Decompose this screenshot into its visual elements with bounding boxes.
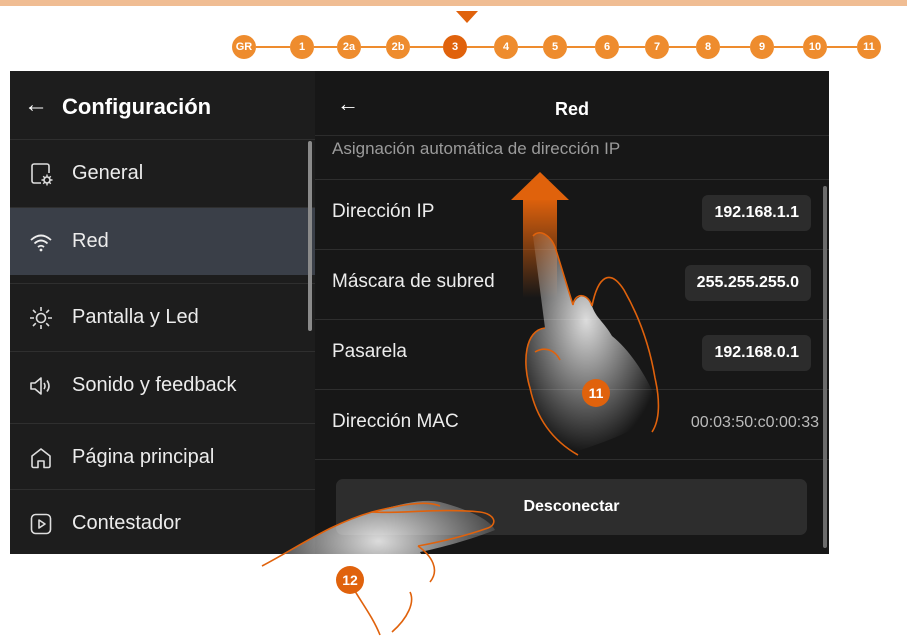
sidebar-item-red[interactable]: Red bbox=[10, 207, 315, 275]
sidebar-item-contestador[interactable]: Contestador bbox=[10, 489, 315, 554]
step-6: 6 bbox=[595, 35, 619, 59]
step-2b: 2b bbox=[386, 35, 410, 59]
current-step-marker-icon bbox=[456, 11, 478, 23]
subnet-mask-label: Máscara de subred bbox=[332, 271, 495, 292]
sidebar-header: ← Configuración bbox=[10, 71, 315, 139]
ip-address-row: Dirección IP 192.168.1.1 bbox=[315, 179, 829, 250]
auto-ip-label: Asignación automática de dirección IP bbox=[332, 139, 621, 158]
step-1: 1 bbox=[290, 35, 314, 59]
sidebar-item-label: Contestador bbox=[72, 512, 181, 534]
step-connector bbox=[410, 46, 443, 48]
subnet-mask-field[interactable]: 255.255.255.0 bbox=[684, 265, 811, 301]
step-10: 10 bbox=[803, 35, 827, 59]
sidebar-item-label: Sonido y feedback bbox=[72, 374, 237, 396]
gateway-row: Pasarela 192.168.0.1 bbox=[315, 319, 829, 390]
settings-sidebar: ← Configuración General Red Pantalla y L… bbox=[10, 71, 315, 554]
gateway-field[interactable]: 192.168.0.1 bbox=[702, 335, 811, 371]
step-connector bbox=[774, 46, 803, 48]
back-arrow-icon[interactable]: ← bbox=[24, 91, 48, 119]
disconnect-button[interactable]: Desconectar bbox=[336, 479, 807, 535]
step-connector bbox=[827, 46, 857, 48]
sidebar-item-label: General bbox=[72, 162, 144, 184]
ip-address-label: Dirección IP bbox=[332, 201, 435, 222]
step-8: 8 bbox=[696, 35, 720, 59]
step-indicator: GR 1 2a 2b 3 4 5 6 7 8 9 10 11 bbox=[0, 0, 907, 60]
step-connector bbox=[256, 46, 290, 48]
sidebar-item-general[interactable]: General bbox=[10, 139, 315, 207]
step-connector bbox=[669, 46, 696, 48]
step-connector bbox=[720, 46, 750, 48]
subnet-mask-row: Máscara de subred 255.255.255.0 bbox=[315, 249, 829, 320]
mac-address-value: 00:03:50:c0:00:33 bbox=[690, 414, 819, 431]
sidebar-item-pagina-principal[interactable]: Página principal bbox=[10, 423, 315, 491]
step-callout-12: 12 bbox=[336, 566, 364, 594]
step-connector bbox=[619, 46, 645, 48]
step-callout-11: 11 bbox=[582, 379, 610, 407]
speaker-icon bbox=[30, 377, 50, 395]
step-GR: GR bbox=[232, 35, 256, 59]
device-screen: ← Configuración General Red Pantalla y L… bbox=[10, 71, 829, 554]
sun-icon bbox=[30, 307, 52, 329]
step-connector bbox=[314, 46, 337, 48]
wifi-icon bbox=[30, 234, 52, 252]
step-2a: 2a bbox=[337, 35, 361, 59]
sidebar-item-pantalla[interactable]: Pantalla y Led bbox=[10, 283, 315, 351]
mac-address-row: Dirección MAC 00:03:50:c0:00:33 bbox=[315, 389, 829, 460]
step-connector bbox=[567, 46, 595, 48]
step-connector bbox=[467, 46, 494, 48]
step-4: 4 bbox=[494, 35, 518, 59]
settings-gear-icon bbox=[31, 163, 53, 186]
network-header: ← Red bbox=[315, 71, 829, 136]
home-icon bbox=[31, 448, 51, 469]
play-icon bbox=[30, 513, 52, 535]
sidebar-item-label: Red bbox=[72, 230, 109, 252]
step-11: 11 bbox=[857, 35, 881, 59]
sidebar-item-sonido[interactable]: Sonido y feedback bbox=[10, 351, 315, 419]
page-title: Red bbox=[554, 99, 589, 119]
step-3: 3 bbox=[443, 35, 467, 59]
network-panel: ← Red Asignación automática de dirección… bbox=[315, 71, 829, 554]
step-7: 7 bbox=[645, 35, 669, 59]
mac-address-label: Dirección MAC bbox=[332, 411, 459, 432]
sidebar-item-label: Página principal bbox=[72, 446, 215, 468]
sidebar-title: Configuración bbox=[62, 94, 212, 119]
panel-scrollbar[interactable] bbox=[823, 186, 827, 548]
step-connector bbox=[361, 46, 386, 48]
step-9: 9 bbox=[750, 35, 774, 59]
gateway-label: Pasarela bbox=[332, 341, 407, 362]
ip-address-field[interactable]: 192.168.1.1 bbox=[702, 195, 811, 231]
sidebar-item-label: Pantalla y Led bbox=[72, 306, 199, 328]
sidebar-scrollbar[interactable] bbox=[308, 141, 312, 331]
step-connector bbox=[518, 46, 543, 48]
auto-ip-row[interactable]: Asignación automática de dirección IP bbox=[315, 137, 829, 180]
step-5: 5 bbox=[543, 35, 567, 59]
